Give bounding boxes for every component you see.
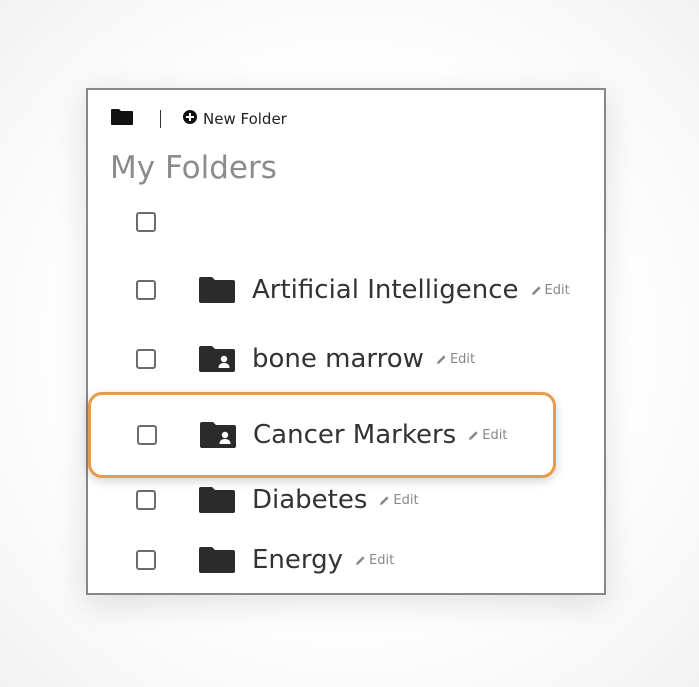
folder-icon[interactable] [110,108,134,130]
folder-name-row: Energy Edit [252,545,394,575]
folder-row[interactable]: Energy Edit [88,540,604,580]
new-folder-label: New Folder [203,110,287,128]
edit-button[interactable]: Edit [379,492,419,508]
toolbar-divider [160,110,161,128]
plus-circle-icon [183,110,197,128]
edit-label: Edit [544,282,570,298]
edit-label: Edit [482,427,508,443]
edit-label: Edit [393,492,419,508]
folder-name-row: bone marrow Edit [252,344,475,374]
edit-button[interactable]: Edit [355,553,394,568]
folder-icon [199,487,235,513]
pencil-icon [356,555,365,565]
select-all-row [88,202,604,242]
folder-name[interactable]: Cancer Markers [253,420,456,450]
folder-name[interactable]: bone marrow [252,344,424,374]
edit-button[interactable]: Edit [436,352,475,367]
edit-button[interactable]: Edit [531,283,570,298]
folder-name-row: Cancer Markers Edit [253,420,507,450]
toolbar: New Folder [110,104,287,134]
folder-name[interactable]: Diabetes [252,485,367,515]
page-title: My Folders [110,150,277,186]
folder-icon [199,547,235,573]
folder-row[interactable]: Diabetes Edit [88,480,604,520]
shared-folder-icon [199,346,235,372]
highlighted-folder-row[interactable]: Cancer Markers Edit [88,392,556,478]
folder-checkbox[interactable] [136,280,156,300]
folder-checkbox[interactable] [136,349,156,369]
select-all-checkbox[interactable] [136,212,156,232]
pencil-icon [531,285,541,295]
folder-row[interactable]: Cancer Markers Edit [89,415,605,455]
pencil-icon [469,430,478,440]
folder-name[interactable]: Artificial Intelligence [252,275,519,305]
edit-button[interactable]: Edit [468,428,507,443]
folder-name-row: Artificial Intelligence Edit [252,275,570,305]
pencil-icon [380,495,390,505]
pencil-icon [436,354,446,364]
edit-label: Edit [369,552,395,568]
folder-checkbox[interactable] [136,490,156,510]
shared-folder-icon [200,422,236,448]
folder-name[interactable]: Energy [252,545,343,575]
folder-checkbox[interactable] [136,550,156,570]
new-folder-button[interactable]: New Folder [183,110,287,128]
folder-row[interactable]: Artificial Intelligence Edit [88,270,604,310]
folders-panel: New Folder My Folders Artificial Intelli… [86,88,606,595]
folder-checkbox[interactable] [137,425,157,445]
edit-label: Edit [449,351,476,367]
folder-icon [199,277,235,303]
folder-row[interactable]: bone marrow Edit [88,339,604,379]
folder-name-row: Diabetes Edit [252,485,419,515]
